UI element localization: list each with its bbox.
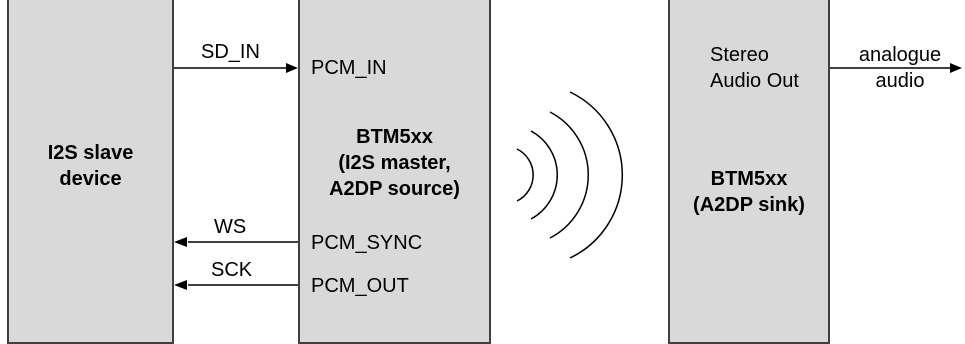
sink-title-line2: (A2DP sink): [693, 194, 805, 216]
slave-device-label-line1: I2S slave: [47, 142, 134, 164]
analogue-audio-line1: analogue: [858, 44, 942, 66]
pcm-out-pin-label: PCM_OUT: [311, 275, 409, 297]
sd-in-arrowhead: [286, 63, 298, 73]
master-block-title: BTM5xx (I2S master, A2DP source): [298, 124, 491, 202]
master-title-line3: A2DP source): [329, 178, 460, 200]
stereo-audio-out-line1: Stereo: [710, 44, 769, 66]
master-title-line2: (I2S master,: [338, 152, 451, 174]
pcm-in-pin-label: PCM_IN: [311, 57, 387, 79]
master-title-line1: BTM5xx: [356, 126, 433, 148]
analogue-audio-label: analogue audio: [846, 42, 954, 94]
stereo-audio-out-label: Stereo Audio Out: [710, 42, 799, 94]
diagram-canvas: I2S slave device PCM_IN BTM5xx (I2S mast…: [0, 0, 965, 344]
stereo-audio-out-line2: Audio Out: [710, 70, 799, 92]
sck-arrowhead: [174, 280, 187, 290]
ws-signal-label: WS: [214, 216, 247, 238]
sink-title-line1: BTM5xx: [710, 168, 788, 190]
radio-waves-icon: [516, 91, 624, 259]
pcm-sync-pin-label: PCM_SYNC: [311, 232, 423, 254]
sck-signal-label: SCK: [211, 259, 253, 281]
analogue-audio-line2: audio: [875, 70, 925, 92]
sd-in-signal-label: SD_IN: [201, 41, 260, 63]
slave-device-label-line2: device: [59, 168, 122, 190]
ws-arrowhead: [174, 237, 187, 247]
sink-block-title: BTM5xx (A2DP sink): [668, 166, 830, 218]
slave-device-label: I2S slave device: [7, 140, 174, 192]
